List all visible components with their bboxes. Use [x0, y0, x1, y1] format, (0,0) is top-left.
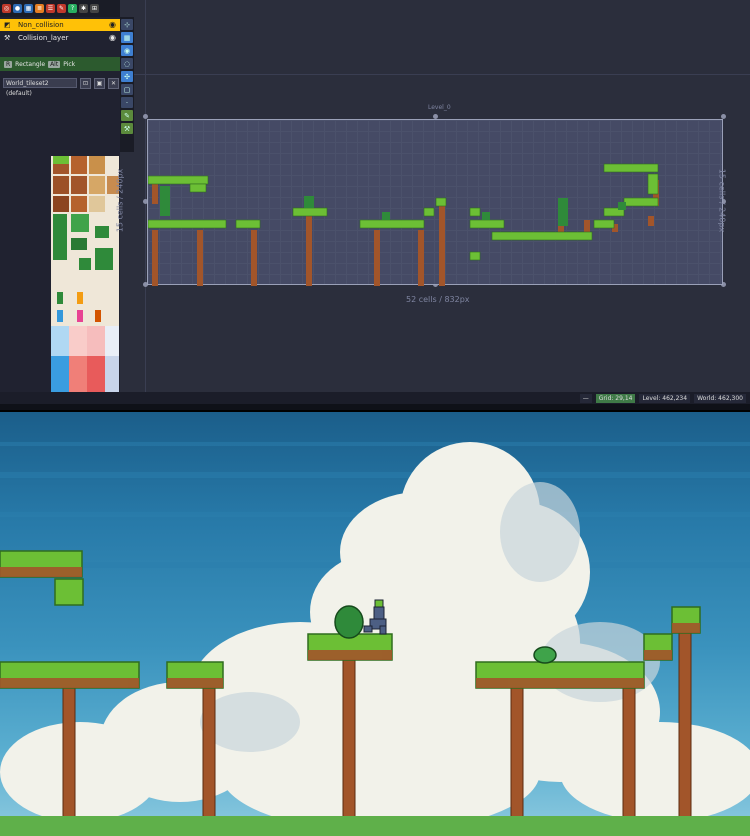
visibility-eye-icon[interactable]: ◉: [109, 20, 116, 29]
wrench-icon[interactable]: ✎: [57, 4, 66, 13]
bush: [334, 605, 364, 639]
os-taskbar: [0, 404, 750, 410]
tileset-edit-icon[interactable]: ⊡: [80, 77, 91, 89]
tileset-graphic: [51, 156, 119, 402]
level-editor: ◎ ● ▦ ≣ ☰ ✎ ? ✱ ⊞ ◩ Non_collision ◉ ⚒ Co…: [0, 0, 750, 410]
tileset-close-icon[interactable]: ✕: [108, 77, 119, 89]
expand-icon[interactable]: ⊞: [90, 4, 99, 13]
grid-coords: Grid: 29,14: [595, 393, 636, 403]
left-panel: ◎ ● ▦ ≣ ☰ ✎ ? ✱ ⊞ ◩ Non_collision ◉ ⚒ Co…: [0, 0, 120, 404]
help-icon[interactable]: ?: [68, 4, 77, 13]
eye-tool-icon[interactable]: ◉: [121, 45, 133, 56]
layer-name: Non_collision: [18, 21, 64, 29]
move-tool-icon[interactable]: ✣: [121, 71, 133, 82]
list-icon[interactable]: ☰: [46, 4, 55, 13]
layer-type-icon: ⚒: [4, 34, 11, 42]
world-grid-line: [134, 74, 750, 75]
select-tool-icon[interactable]: ◌: [121, 58, 133, 69]
layer-row-collision[interactable]: ⚒ Collision_layer ◉: [0, 32, 120, 44]
gear-icon[interactable]: ✱: [79, 4, 88, 13]
layers-icon[interactable]: ≣: [35, 4, 44, 13]
spacer-tool-icon[interactable]: ·: [121, 97, 133, 108]
rect-key-chip: R: [4, 60, 13, 68]
pin-icon[interactable]: ●: [13, 4, 22, 13]
ground-strip: [0, 816, 750, 836]
game-preview: [0, 412, 750, 836]
level-height-label-left: 15 cells / 240px: [115, 168, 125, 233]
status-bar: — Grid: 29,14 Level: 462,234 World: 462,…: [0, 392, 750, 404]
layer-row-non-collision[interactable]: ◩ Non_collision ◉: [0, 19, 120, 31]
level-width-label: 52 cells / 832px: [406, 295, 470, 304]
tileset-save-icon[interactable]: ▣: [94, 77, 105, 89]
zoom-tool-icon[interactable]: ▢: [121, 84, 133, 95]
visibility-eye-icon[interactable]: ◉: [109, 33, 116, 42]
grid-icon[interactable]: ▦: [24, 4, 33, 13]
editor-toolbar: ◎ ● ▦ ≣ ☰ ✎ ? ✱ ⊞: [0, 0, 120, 17]
level-coords: Level: 462,234: [639, 393, 691, 403]
rectangle-mode-button[interactable]: Rectangle: [15, 61, 45, 68]
level-tiles: [148, 163, 659, 286]
world-grid-line: [145, 0, 146, 392]
wrench-tool-icon[interactable]: ⚒: [121, 123, 133, 134]
tileset-select[interactable]: World_tileset2 (default): [3, 78, 77, 97]
enemy-slime: [533, 646, 557, 664]
world-coords: World: 462,300: [694, 393, 746, 403]
layer-type-icon: ◩: [4, 21, 11, 29]
paint-mode-row: R Rectangle Alt Pick: [0, 57, 120, 71]
brush-tool-icon[interactable]: ⊹: [121, 19, 133, 30]
pick-key-chip: Alt: [48, 60, 61, 68]
tile-palette[interactable]: [51, 156, 119, 402]
game-scene: [0, 442, 750, 836]
paint-tool-icon[interactable]: ✎: [121, 110, 133, 121]
level-height-label-right: 15 cells / 240px: [717, 168, 727, 233]
world-icon[interactable]: ◎: [2, 4, 11, 13]
level-canvas[interactable]: [147, 119, 723, 286]
status-menu-button[interactable]: —: [579, 393, 592, 403]
level-title: Level_0: [428, 104, 451, 111]
grid-tool-icon[interactable]: ▦: [121, 32, 133, 43]
layer-name: Collision_layer: [18, 34, 69, 42]
tool-column: ⊹ ▦ ◉ ◌ ✣ ▢ · ✎ ⚒: [120, 17, 134, 152]
pick-mode-button[interactable]: Pick: [63, 61, 75, 68]
tileset-selector-row: World_tileset2 (default) ⊡ ▣ ✕: [3, 77, 119, 97]
